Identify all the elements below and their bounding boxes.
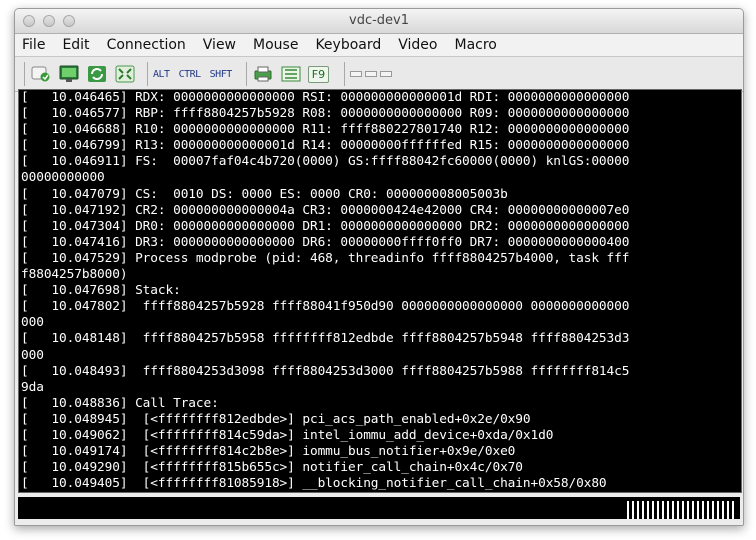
menu-connection[interactable]: Connection: [107, 37, 186, 53]
console-line: [ 10.049062] [<ffffffff814c59da>] intel_…: [21, 427, 554, 443]
toolbar-separator: [344, 62, 346, 86]
console-line: 000: [21, 315, 44, 331]
toolbar-separator: [245, 62, 247, 86]
console-line: [ 10.046799] R13: 000000000000001d R14: …: [21, 138, 630, 154]
console-line: [ 10.048493] ffff8804253d3098 ffff880425…: [21, 363, 630, 379]
f9-key-button[interactable]: F9: [307, 65, 330, 83]
shift-key-button[interactable]: SHFT: [210, 69, 233, 80]
console-line: [ 10.047079] CS: 0010 DS: 0000 ES: 0000 …: [21, 186, 508, 202]
macro-slot-1[interactable]: [350, 71, 363, 77]
remote-console-screen[interactable]: [ 10.046465] RDX: 0000000000000000 RSI: …: [18, 89, 742, 493]
menu-keyboard[interactable]: Keyboard: [315, 37, 381, 53]
activity-meter-icon: [627, 501, 737, 519]
status-panel: [18, 497, 740, 519]
title-bar: vdc-dev1: [15, 9, 743, 34]
console-line: [ 10.046688] R10: 0000000000000000 R11: …: [21, 122, 630, 138]
console-line: [ 10.048945] [<ffffffff812edbde>] pci_ac…: [21, 411, 531, 427]
console-line: [ 10.046465] RDX: 0000000000000000 RSI: …: [21, 90, 630, 105]
fit-screen-icon[interactable]: [114, 64, 136, 84]
sync-icon[interactable]: [86, 64, 108, 84]
console-line: [ 10.049290] [<ffffffff815b655c>] notifi…: [21, 460, 523, 476]
console-line: [ 10.049174] [<ffffffff814c2b8e>] iommu_…: [21, 444, 516, 460]
console-line: [ 10.047529] Process modprobe (pid: 468,…: [21, 250, 630, 266]
macro-slot-2[interactable]: [365, 71, 378, 77]
console-line: 000: [21, 347, 44, 363]
console-line: f8804257b8000): [21, 267, 128, 283]
capture-icon[interactable]: [280, 64, 302, 84]
alt-key-button[interactable]: ALT: [153, 69, 170, 80]
status-bar: [15, 495, 743, 525]
toolbar: ALT CTRL SHFT F9: [15, 57, 743, 92]
macro-slot-3[interactable]: [380, 71, 393, 77]
monitor-icon[interactable]: [58, 64, 80, 84]
console-line: [ 10.048148] ffff8804257b5958 ffffffff81…: [21, 331, 630, 347]
console-line: [ 10.046577] RBP: ffff8804257b5928 R08: …: [21, 106, 630, 122]
menu-macro[interactable]: Macro: [455, 37, 497, 53]
window-title: vdc-dev1: [349, 13, 409, 28]
menu-view[interactable]: View: [203, 37, 236, 53]
console-line: [ 10.047304] DR0: 0000000000000000 DR1: …: [21, 218, 630, 234]
console-line: [ 10.048836] Call Trace:: [21, 395, 219, 411]
console-line: [ 10.047698] Stack:: [21, 283, 181, 299]
menu-mouse[interactable]: Mouse: [253, 37, 298, 53]
console-line: 00000000000: [21, 170, 105, 186]
viewer-window: vdc-dev1 File Edit Connection View Mouse…: [14, 8, 744, 526]
console-line: [ 10.047802] ffff8804257b5928 ffff88041f…: [21, 299, 630, 315]
toolbar-grip: [24, 62, 25, 86]
menu-bar: File Edit Connection View Mouse Keyboard…: [15, 34, 743, 57]
console-line: [ 10.049405] [<ffffffff81085918>] __bloc…: [21, 476, 607, 492]
toolbar-separator: [147, 62, 148, 86]
console-line: [ 10.046911] FS: 00007faf04c4b720(0000) …: [21, 154, 630, 170]
ctrl-key-button[interactable]: CTRL: [179, 69, 202, 80]
console-line: 9da: [21, 379, 44, 395]
menu-edit[interactable]: Edit: [62, 37, 89, 53]
console-line: [ 10.047192] CR2: 000000000000004a CR3: …: [21, 202, 630, 218]
print-screen-icon[interactable]: [252, 64, 274, 84]
menu-video[interactable]: Video: [398, 37, 437, 53]
console-line: [ 10.047416] DR3: 0000000000000000 DR6: …: [21, 234, 630, 250]
menu-file[interactable]: File: [22, 37, 45, 53]
refresh-screen-icon[interactable]: [30, 64, 52, 84]
